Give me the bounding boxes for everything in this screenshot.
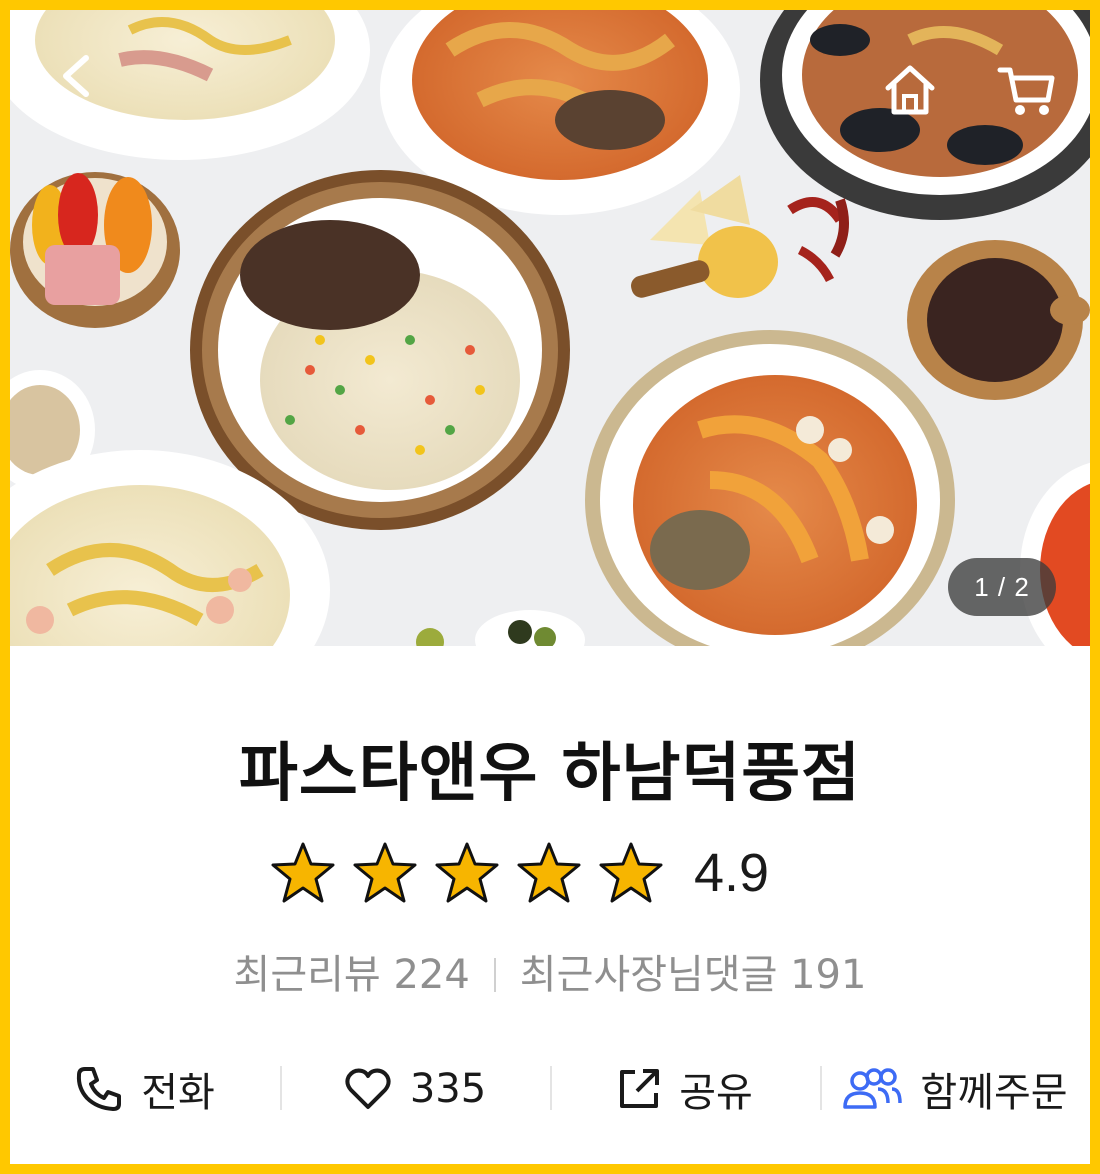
- heart-icon: [345, 1068, 391, 1109]
- group-order-label: 함께주문: [920, 1070, 1068, 1116]
- star-icon: [517, 842, 581, 903]
- store-name: 파스타앤우 하남덕풍점: [238, 737, 862, 811]
- home-button[interactable]: [882, 62, 938, 118]
- like-count: 335: [409, 1066, 487, 1112]
- call-button[interactable]: 전화: [10, 1056, 280, 1122]
- review-stats: 최근리뷰 224 최근사장님댓글 191: [10, 942, 1090, 1000]
- phone-icon: [77, 1067, 122, 1111]
- star-icon: [271, 842, 335, 903]
- divider: [493, 958, 496, 992]
- owner-replies-link[interactable]: 최근사장님댓글 191: [520, 952, 867, 998]
- share-label: 공유: [679, 1070, 753, 1116]
- chevron-left-icon: [63, 55, 89, 97]
- home-icon: [885, 65, 935, 115]
- back-button[interactable]: [52, 50, 112, 100]
- star-icon: [435, 842, 499, 903]
- group-users-icon: [843, 1068, 903, 1109]
- cart-icon: [997, 67, 1055, 115]
- store-photo-gallery[interactable]: 1 / 2: [10, 10, 1090, 646]
- rating-summary[interactable]: 4.9: [270, 838, 769, 908]
- recent-reviews-link[interactable]: 최근리뷰 224: [234, 952, 470, 998]
- star-icon: [353, 842, 417, 903]
- share-icon: [620, 1069, 660, 1108]
- rating-value: 4.9: [694, 843, 770, 903]
- gallery-page-counter: 1 / 2: [948, 558, 1056, 616]
- group-order-button[interactable]: 함께주문: [820, 1056, 1090, 1122]
- call-label: 전화: [141, 1070, 215, 1116]
- cart-button[interactable]: [996, 62, 1058, 120]
- store-action-bar: 전화 335 공유 함께주문: [10, 1056, 1090, 1122]
- like-button[interactable]: 335: [280, 1056, 550, 1122]
- store-detail-screen: 1 / 2 파스타앤우 하남덕풍점 4.9 최근리뷰 224 최근사장님댓글 19…: [10, 10, 1090, 1164]
- share-button[interactable]: 공유: [550, 1056, 820, 1122]
- star-icon: [599, 842, 663, 903]
